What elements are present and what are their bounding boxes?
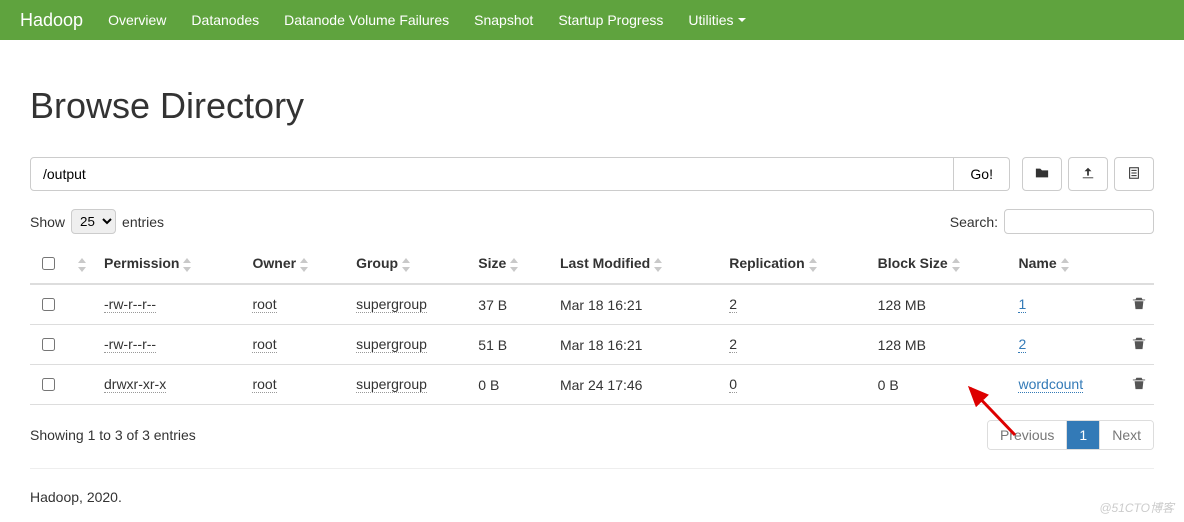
- page-1-button[interactable]: 1: [1067, 421, 1100, 449]
- nav-snapshot[interactable]: Snapshot: [474, 12, 533, 28]
- trash-icon[interactable]: [1132, 337, 1146, 353]
- nav-overview[interactable]: Overview: [108, 12, 166, 28]
- table-row: -rw-r--r-- root supergroup 37 BMar 18 16:21…: [30, 284, 1154, 325]
- chevron-down-icon: [738, 18, 746, 22]
- size-cell: 51 B: [470, 325, 552, 365]
- table-row: drwxr-xr-xrootsupergroup0 BMar 24 17:460…: [30, 365, 1154, 405]
- prev-page-button[interactable]: Previous: [988, 421, 1067, 449]
- entries-label: entries: [122, 214, 164, 230]
- col-group[interactable]: Group: [356, 255, 398, 271]
- permission-link[interactable]: -rw-r--r--: [104, 336, 156, 353]
- sort-icon[interactable]: [510, 258, 520, 272]
- replication-link[interactable]: 2: [729, 296, 737, 313]
- group-link[interactable]: supergroup: [356, 336, 427, 353]
- sort-icon[interactable]: [952, 258, 962, 272]
- size-cell: 0 B: [470, 365, 552, 405]
- search-control: Search:: [950, 209, 1154, 234]
- modified-cell: Mar 18 16:21: [552, 284, 721, 325]
- group-link[interactable]: supergroup: [356, 376, 427, 393]
- page-title: Browse Directory: [30, 85, 1154, 127]
- new-folder-button[interactable]: [1022, 157, 1062, 191]
- sort-icon[interactable]: [300, 258, 310, 272]
- nav-volume-failures[interactable]: Datanode Volume Failures: [284, 12, 449, 28]
- sort-icon[interactable]: [78, 258, 88, 272]
- block-cell: 128 MB: [870, 325, 1011, 365]
- search-input[interactable]: [1004, 209, 1154, 234]
- watermark: @51CTO博客: [1099, 499, 1174, 516]
- modified-cell: Mar 24 17:46: [552, 365, 721, 405]
- cut-button[interactable]: [1114, 157, 1154, 191]
- col-permission[interactable]: Permission: [104, 255, 179, 271]
- col-replication[interactable]: Replication: [729, 255, 804, 271]
- replication-link[interactable]: 0: [729, 376, 737, 393]
- upload-icon: [1081, 166, 1095, 183]
- group-link[interactable]: supergroup: [356, 296, 427, 313]
- owner-link[interactable]: root: [252, 376, 276, 393]
- owner-link[interactable]: root: [252, 336, 276, 353]
- path-bar: Go!: [30, 157, 1154, 191]
- directory-table: Permission Owner Group Size Last Modifie…: [30, 244, 1154, 405]
- separator: [30, 468, 1154, 469]
- trash-icon[interactable]: [1132, 297, 1146, 313]
- permission-link[interactable]: -rw-r--r--: [104, 296, 156, 313]
- nav-utilities-label: Utilities: [688, 12, 733, 28]
- col-size[interactable]: Size: [478, 255, 506, 271]
- modified-cell: Mar 18 16:21: [552, 325, 721, 365]
- brand-logo[interactable]: Hadoop: [20, 10, 83, 31]
- col-name[interactable]: Name: [1018, 255, 1056, 271]
- block-cell: 128 MB: [870, 284, 1011, 325]
- go-button[interactable]: Go!: [954, 157, 1010, 191]
- select-all-checkbox[interactable]: [42, 257, 55, 270]
- search-label: Search:: [950, 214, 998, 230]
- folder-icon: [1035, 166, 1049, 183]
- table-row: -rw-r--r-- root supergroup 51 BMar 18 16:21…: [30, 325, 1154, 365]
- sort-icon[interactable]: [654, 258, 664, 272]
- name-link[interactable]: wordcount: [1018, 376, 1083, 393]
- row-checkbox[interactable]: [42, 298, 55, 311]
- name-link[interactable]: 1: [1018, 296, 1026, 313]
- size-cell: 37 B: [470, 284, 552, 325]
- trash-icon[interactable]: [1132, 377, 1146, 393]
- block-cell: 0 B: [870, 365, 1011, 405]
- page-size-select[interactable]: 25: [71, 209, 116, 234]
- row-checkbox[interactable]: [42, 338, 55, 351]
- col-owner[interactable]: Owner: [252, 255, 296, 271]
- top-navbar: Hadoop Overview Datanodes Datanode Volum…: [0, 0, 1184, 40]
- nav-utilities[interactable]: Utilities: [688, 12, 745, 28]
- footer-copyright: Hadoop, 2020.: [30, 489, 1154, 505]
- path-input[interactable]: [30, 157, 954, 191]
- replication-link[interactable]: 2: [729, 336, 737, 353]
- nav-datanodes[interactable]: Datanodes: [191, 12, 259, 28]
- clipboard-icon: [1127, 166, 1141, 183]
- name-link[interactable]: 2: [1018, 336, 1026, 353]
- col-modified[interactable]: Last Modified: [560, 255, 650, 271]
- sort-icon[interactable]: [809, 258, 819, 272]
- sort-icon[interactable]: [1061, 258, 1071, 272]
- row-checkbox[interactable]: [42, 378, 55, 391]
- sort-icon[interactable]: [402, 258, 412, 272]
- nav-startup-progress[interactable]: Startup Progress: [558, 12, 663, 28]
- permission-link[interactable]: drwxr-xr-x: [104, 376, 166, 393]
- next-page-button[interactable]: Next: [1100, 421, 1153, 449]
- page-size-control: Show 25 entries: [30, 209, 164, 234]
- sort-icon[interactable]: [183, 258, 193, 272]
- upload-button[interactable]: [1068, 157, 1108, 191]
- show-label: Show: [30, 214, 65, 230]
- pagination: Previous 1 Next: [987, 420, 1154, 450]
- table-info: Showing 1 to 3 of 3 entries: [30, 427, 196, 443]
- owner-link[interactable]: root: [252, 296, 276, 313]
- col-block[interactable]: Block Size: [878, 255, 948, 271]
